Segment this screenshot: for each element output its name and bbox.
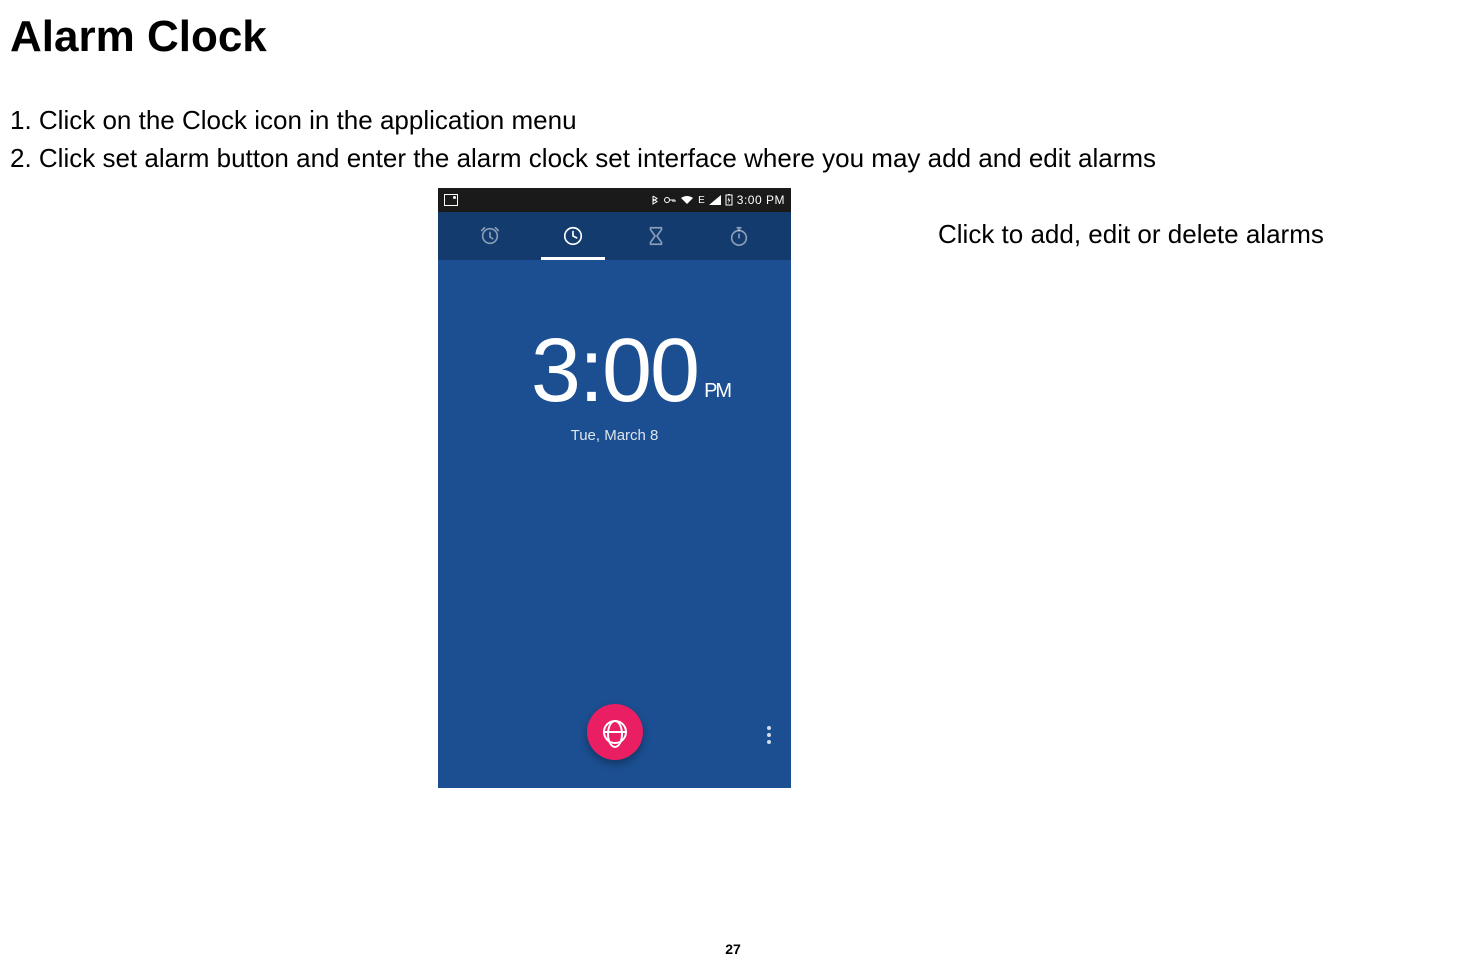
clock-date: Tue, March 8	[438, 427, 791, 444]
clock-ampm: PM	[704, 380, 730, 403]
phone-screenshot: E 3:00 PM 3:00 PM Tue, March 8	[438, 188, 791, 788]
page-title: Alarm Clock	[0, 0, 1466, 62]
tab-alarm[interactable]	[478, 224, 502, 248]
page-number: 27	[725, 941, 741, 957]
bluetooth-icon	[650, 195, 660, 205]
wifi-icon	[680, 195, 694, 205]
battery-charging-icon	[725, 194, 733, 206]
status-left	[444, 194, 458, 206]
overflow-dot-icon	[767, 726, 771, 730]
overflow-menu-button[interactable]	[767, 726, 771, 744]
status-bar: E 3:00 PM	[438, 188, 791, 212]
screenshot-notification-icon	[444, 194, 458, 206]
tab-bar	[438, 212, 791, 260]
instruction-step-2: 2. Click set alarm button and enter the …	[10, 140, 1466, 178]
tab-clock[interactable]	[561, 224, 585, 248]
status-right: E 3:00 PM	[650, 193, 785, 207]
clock-time: 3:00 PM	[531, 320, 698, 423]
status-time: 3:00 PM	[737, 193, 785, 207]
annotation-text: Click to add, edit or delete alarms	[938, 218, 1324, 252]
vpn-key-icon	[664, 195, 676, 205]
overflow-dot-icon	[767, 740, 771, 744]
clock-display: 3:00 PM Tue, March 8	[438, 260, 791, 444]
instruction-step-1: 1. Click on the Clock icon in the applic…	[10, 102, 1466, 140]
overflow-dot-icon	[767, 733, 771, 737]
tab-timer[interactable]	[644, 224, 668, 248]
instructions-block: 1. Click on the Clock icon in the applic…	[0, 62, 1466, 177]
clock-time-value: 3:00	[531, 321, 698, 421]
network-type-label: E	[698, 195, 705, 206]
tab-stopwatch[interactable]	[727, 224, 751, 248]
world-clock-fab[interactable]	[587, 704, 643, 760]
globe-icon	[603, 720, 627, 744]
signal-icon	[709, 195, 721, 205]
